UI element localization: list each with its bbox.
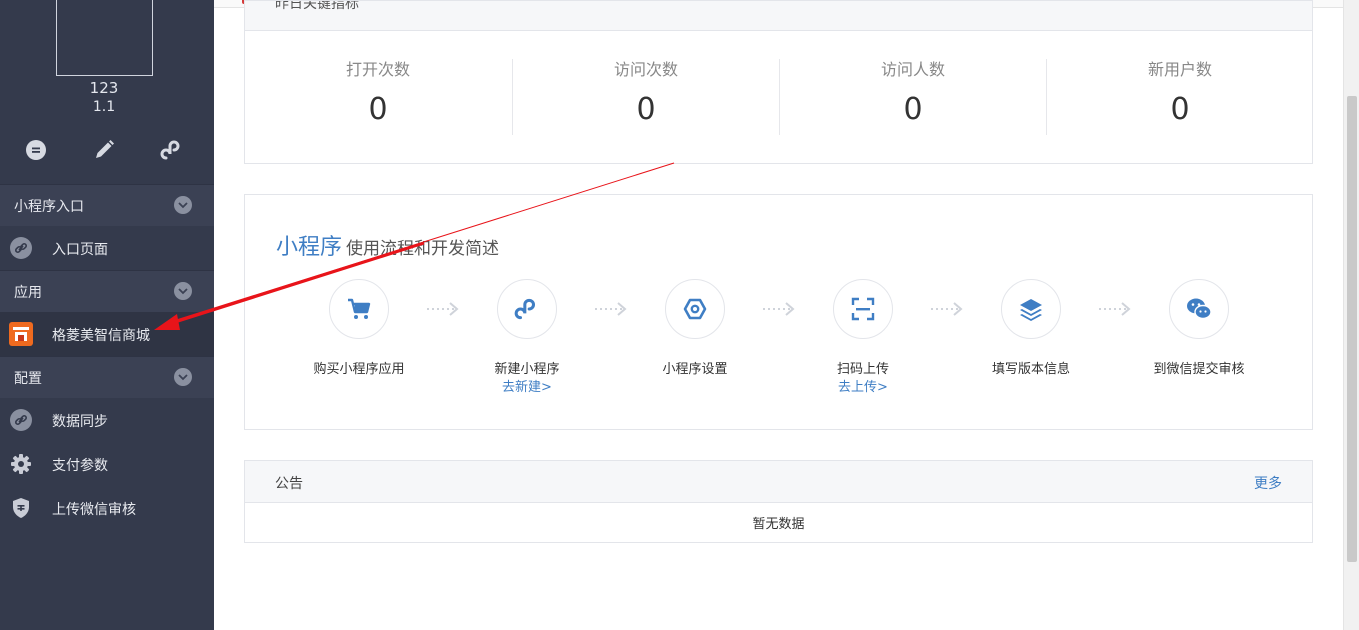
link-icon: [10, 409, 32, 431]
section-config[interactable]: 配置: [0, 356, 214, 398]
notice-card: 公告 更多 暂无数据: [244, 460, 1313, 543]
sidebar-item-label: 上传微信审核: [52, 502, 136, 518]
flow-title: 小程序: [276, 235, 343, 260]
flow-heading: 小程序 使用流程和开发简述: [276, 229, 499, 261]
layers-icon: [1001, 279, 1061, 339]
kpi-value: 0: [1170, 92, 1190, 127]
kpi-label: 访问人数: [880, 60, 945, 79]
pencil-icon[interactable]: [90, 136, 118, 164]
app-name: 123: [89, 79, 119, 97]
step-name: 新建小程序: [494, 362, 560, 377]
flow-step-buy: 购买小程序应用: [274, 279, 444, 379]
shield-icon: [10, 497, 32, 519]
chevron-down-icon[interactable]: [174, 196, 192, 214]
kpi-card-title: 昨日关键指标: [275, 1, 359, 12]
kpi-visit-count: 访问次数 0: [513, 59, 779, 135]
mini-program-icon[interactable]: [158, 136, 186, 164]
scrollbar-thumb[interactable]: [1347, 96, 1357, 562]
kpi-label: 访问次数: [613, 60, 678, 79]
go-create-link[interactable]: 去新建>: [442, 379, 612, 397]
flow-subtitle: 使用流程和开发简述: [346, 239, 500, 259]
flow-arrow-icon: [931, 302, 963, 316]
kpi-card-header: 昨日关键指标: [245, 1, 1312, 31]
notice-title: 公告: [275, 476, 303, 492]
sidebar-item-payment-params[interactable]: 支付参数: [0, 442, 214, 486]
chevron-down-icon[interactable]: [174, 368, 192, 386]
app-version: 1.1: [92, 99, 116, 115]
sidebar-item-label: 支付参数: [52, 458, 108, 474]
sidebar-item-label: 入口页面: [52, 242, 108, 258]
step-name: 到微信提交审核: [1153, 362, 1245, 377]
kpi-label: 打开次数: [345, 60, 410, 79]
sidebar-item-entry-page[interactable]: 入口页面: [0, 226, 214, 270]
mini-program-icon: [497, 279, 557, 339]
flow-step-settings: 小程序设置: [610, 279, 780, 379]
cart-icon: [329, 279, 389, 339]
kpi-new-users: 新用户数 0: [1047, 59, 1313, 135]
kpi-value: 0: [368, 92, 388, 127]
section-label: 配置: [14, 371, 42, 387]
step-name: 购买小程序应用: [313, 362, 405, 377]
app-thumbnail: [56, 0, 153, 76]
flow-step-scan-upload: 扫码上传 去上传>: [778, 279, 948, 397]
sidebar-item-upload-review[interactable]: 上传微信审核: [0, 486, 214, 530]
kpi-open-count: 打开次数 0: [245, 59, 511, 135]
more-link[interactable]: 更多: [1254, 473, 1282, 493]
store-app-icon: [9, 322, 33, 346]
usage-flow-card: 小程序 使用流程和开发简述 购买小程序应用 新建小程序 去新建> 小程序设置 扫码…: [244, 194, 1313, 430]
sidebar-item-data-sync[interactable]: 数据同步: [0, 398, 214, 442]
hexagon-settings-icon: [665, 279, 725, 339]
notice-header: 公告 更多: [245, 461, 1312, 503]
gear-icon: [10, 453, 32, 475]
sidebar-item-label: 数据同步: [52, 414, 108, 430]
flow-arrow-icon: [1099, 302, 1131, 316]
yesterday-kpi-card: 昨日关键指标 打开次数 0 访问次数 0 访问人数 0 新用户数 0: [244, 0, 1313, 164]
link-icon: [10, 237, 32, 259]
chevron-down-icon[interactable]: [174, 282, 192, 300]
section-apps[interactable]: 应用: [0, 270, 214, 312]
flow-step-version-info: 填写版本信息: [946, 279, 1116, 379]
flow-step-create: 新建小程序 去新建>: [442, 279, 612, 397]
flow-step-wechat-review: 到微信提交审核: [1114, 279, 1284, 379]
kpi-visitors: 访问人数 0: [780, 59, 1046, 135]
kpi-label: 新用户数: [1147, 60, 1212, 79]
step-name: 填写版本信息: [991, 362, 1070, 377]
sidebar-item-store-app[interactable]: 格菱美智信商城: [0, 312, 214, 356]
kpi-value: 0: [636, 92, 656, 127]
section-mini-program-entry[interactable]: 小程序入口: [0, 184, 214, 226]
sidebar-item-label: 格菱美智信商城: [52, 328, 150, 344]
step-name: 小程序设置: [662, 362, 728, 377]
section-label: 应用: [14, 285, 42, 301]
flow-arrow-icon: [595, 302, 627, 316]
empty-state-text: 暂无数据: [752, 517, 805, 532]
quick-actions: [0, 136, 208, 164]
wechat-icon: [1169, 279, 1229, 339]
sidebar: 123 1.1 小程序入口 入口页面 应用 格菱美智信商城 配置 数据同步 支付…: [0, 0, 214, 630]
chat-bubble-icon[interactable]: [22, 136, 50, 164]
section-label: 小程序入口: [14, 199, 84, 215]
vertical-scrollbar[interactable]: [1343, 0, 1359, 630]
flow-arrow-icon: [763, 302, 795, 316]
go-upload-link[interactable]: 去上传>: [778, 379, 948, 397]
flow-arrow-icon: [427, 302, 459, 316]
step-name: 扫码上传: [836, 362, 889, 377]
kpi-value: 0: [903, 92, 923, 127]
scan-icon: [833, 279, 893, 339]
